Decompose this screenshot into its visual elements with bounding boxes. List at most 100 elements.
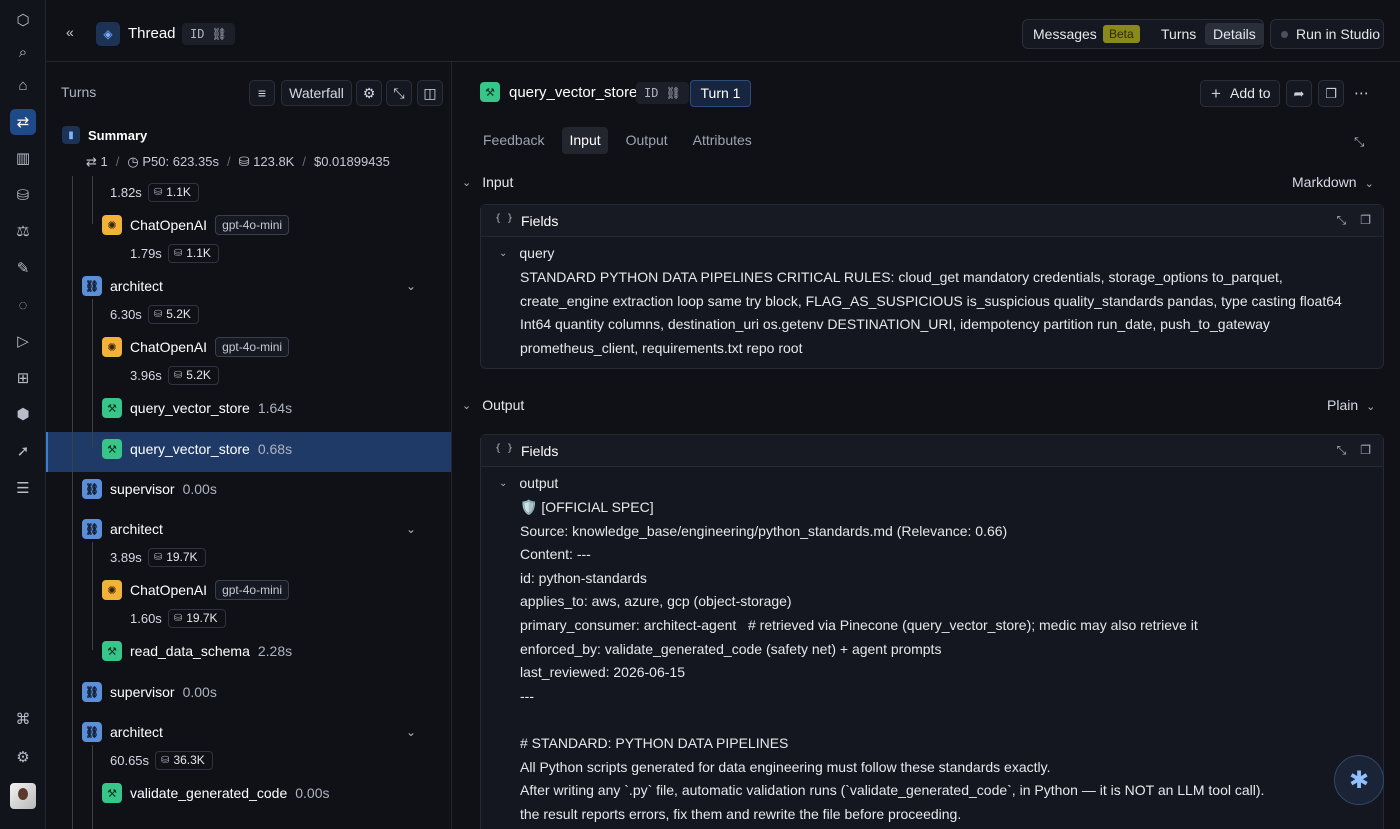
threads-icon[interactable]: ⇄ <box>10 109 36 135</box>
tab-output[interactable]: Output <box>619 127 675 154</box>
span-duration: 60.65s <box>110 753 150 768</box>
tracing-icon[interactable]: ⊞ <box>12 367 34 389</box>
span-name: validate_generated_code <box>130 785 288 801</box>
add-to-button[interactable]: Add to <box>1200 80 1280 107</box>
avatar[interactable] <box>10 783 36 809</box>
span-meta: 1.60s 19.7K <box>130 609 226 628</box>
settings-icon[interactable]: ⚙ <box>12 746 34 768</box>
span-id-button[interactable]: ID ⛓ <box>636 82 689 104</box>
chevron-down-icon[interactable]: ⌄ <box>406 522 416 536</box>
field-query[interactable]: ⌄ query <box>499 245 554 261</box>
deploy-icon[interactable]: ⬢ <box>12 403 34 425</box>
tool-icon: ⚒ <box>102 398 122 418</box>
top-bar: « ◈ Thread ID ⛓ Messages Beta Turns Deta… <box>46 0 1400 62</box>
chain-icon: ⛓ <box>82 722 102 742</box>
more-icon[interactable]: ⋯ <box>1354 84 1370 102</box>
tree-node-query-vector-store-selected[interactable]: ⚒ query_vector_store 0.68s <box>102 436 292 462</box>
chevron-down-icon: ⌄ <box>462 399 472 412</box>
logo-icon[interactable]: ⬡ <box>12 9 34 31</box>
field-output[interactable]: ⌄ output <box>499 475 558 491</box>
span-name: architect <box>110 521 163 537</box>
tree-node-architect[interactable]: ⛓ architect ⌄ <box>82 719 436 745</box>
chat-icon[interactable]: ◌ <box>12 294 34 316</box>
turn-badge[interactable]: Turn 1 <box>690 80 751 107</box>
home-icon[interactable]: ⌂ <box>12 74 34 96</box>
waterfall-button[interactable]: Waterfall <box>281 80 352 106</box>
tree-node-chatopenai[interactable]: ✺ ChatOpenAI gpt-4o-mini <box>102 577 290 603</box>
tab-messages[interactable]: Messages <box>1025 23 1105 45</box>
annotations-icon[interactable]: ✎ <box>12 257 34 279</box>
token-badge: 1.1K <box>167 244 219 263</box>
collapse-icon[interactable]: ⤡ <box>386 80 412 106</box>
search-icon[interactable]: ⌕ <box>12 41 34 63</box>
copy-icon[interactable]: ❐ <box>1318 80 1344 107</box>
tree-node-architect[interactable]: ⛓ architect ⌄ <box>82 516 436 542</box>
experiments-icon[interactable]: ⚖ <box>12 220 34 242</box>
dashboards-icon[interactable]: ▥ <box>12 147 34 169</box>
run-in-studio-button[interactable]: Run in Studio <box>1270 19 1384 49</box>
span-name: read_data_schema <box>130 643 250 659</box>
collapse-icon[interactable]: ⤡ <box>1337 443 1347 458</box>
summary-stats: ⇄ 1 / ◷ P50: 623.35s / ⛁ 123.8K / $0.018… <box>86 154 390 170</box>
span-name: supervisor <box>110 481 175 497</box>
copy-icon[interactable]: ❐ <box>1360 443 1371 458</box>
settings-icon[interactable]: ⚙ <box>356 80 382 106</box>
span-duration: 0.00s <box>295 785 330 801</box>
tree-node-read-data-schema[interactable]: ⚒ read_data_schema 2.28s <box>102 638 292 664</box>
chain-icon: ⛓ <box>82 682 102 702</box>
tab-details[interactable]: Details <box>1205 23 1264 45</box>
card-title: Fields <box>521 443 559 459</box>
span-name: supervisor <box>110 684 175 700</box>
token-badge: 5.2K <box>167 366 219 385</box>
assistant-fab-icon[interactable]: ✱ <box>1334 755 1384 805</box>
collapse-icon[interactable]: ⤡ <box>1337 213 1347 228</box>
tab-attributes[interactable]: Attributes <box>686 127 759 154</box>
tree-node-supervisor[interactable]: ⛓ supervisor 0.00s <box>82 476 217 502</box>
chevron-down-icon[interactable]: ⌄ <box>406 725 416 739</box>
storage-icon[interactable]: ☰ <box>12 477 34 499</box>
link-icon: ⛓ <box>211 27 227 41</box>
span-duration: 0.00s <box>182 481 217 497</box>
token-badge: 19.7K <box>167 609 226 628</box>
span-name: ChatOpenAI <box>130 582 208 598</box>
tree-node-architect[interactable]: ⛓ architect ⌄ <box>82 273 436 299</box>
summary-label[interactable]: Summary <box>88 128 147 143</box>
tree-node-validate-generated-code[interactable]: ⚒ validate_generated_code 0.00s <box>102 780 330 806</box>
span-duration: 6.30s <box>110 307 142 322</box>
panel-toggle-icon[interactable]: ◫ <box>417 80 443 106</box>
tree-node-chatopenai[interactable]: ✺ ChatOpenAI gpt-4o-mini <box>102 334 290 360</box>
turn-count: ⇄ 1 <box>86 154 108 170</box>
share-icon[interactable]: ➦ <box>1286 80 1312 107</box>
tree-node-chatopenai[interactable]: ✺ ChatOpenAI gpt-4o-mini <box>102 212 290 238</box>
chevron-down-icon: ⌄ <box>499 477 508 489</box>
tab-turns[interactable]: Turns <box>1153 23 1204 45</box>
thread-id-button[interactable]: ID ⛓ <box>182 23 235 45</box>
collapse-sidebar-icon[interactable]: « <box>66 24 74 40</box>
tab-feedback[interactable]: Feedback <box>476 127 551 154</box>
collapse-icon[interactable]: ⤡ <box>1354 134 1364 150</box>
span-meta: 6.30s 5.2K <box>110 305 199 324</box>
input-format-select[interactable]: Markdown ⌄ <box>1292 174 1374 190</box>
command-icon[interactable]: ⌘ <box>12 708 34 730</box>
rocket-icon[interactable]: ➚ <box>12 440 34 462</box>
total-cost: $0.01899435 <box>313 154 390 169</box>
id-label: ID <box>644 86 659 100</box>
copy-icon[interactable]: ❐ <box>1360 213 1371 228</box>
tab-input[interactable]: Input <box>562 127 608 154</box>
tree-node-query-vector-store[interactable]: ⚒ query_vector_store 1.64s <box>102 395 292 421</box>
output-format-select[interactable]: Plain ⌄ <box>1327 397 1375 413</box>
filter-icon[interactable]: ≡ <box>249 80 275 106</box>
turns-icon: ⇄ <box>86 154 97 169</box>
model-badge: gpt-4o-mini <box>215 580 290 600</box>
input-fields-card: { } Fields ⤡ ❐ ⌄ query STANDARD PYTHON DAT… <box>480 204 1384 369</box>
tree-node-supervisor[interactable]: ⛓ supervisor 0.00s <box>82 679 217 705</box>
model-badge: gpt-4o-mini <box>215 337 290 357</box>
chevron-down-icon[interactable]: ⌄ <box>406 279 416 293</box>
page-title: Thread <box>128 25 176 42</box>
datasets-icon[interactable]: ⛁ <box>12 184 34 206</box>
card-title: Fields <box>521 213 559 229</box>
output-section-header[interactable]: ⌄ Output <box>462 397 524 413</box>
input-section-header[interactable]: ⌄ Input <box>462 174 513 190</box>
runs-icon[interactable]: ▷ <box>12 330 34 352</box>
openai-icon: ✺ <box>102 215 122 235</box>
